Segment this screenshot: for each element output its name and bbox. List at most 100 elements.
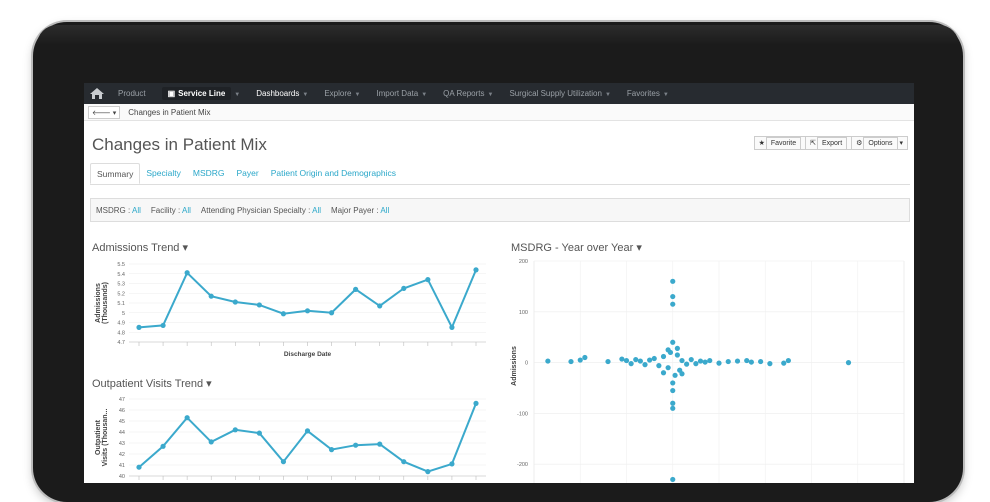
- data-point: [208, 293, 214, 299]
- data-point: [605, 358, 611, 365]
- tab-payer[interactable]: Payer: [231, 163, 265, 184]
- data-point: [665, 365, 671, 371]
- y-tick-label: 5.5: [117, 262, 125, 268]
- chevron-down-icon: ▼: [354, 92, 361, 98]
- chevron-down-icon: ▾: [206, 378, 212, 390]
- data-point: [353, 286, 359, 292]
- breadcrumb-current: Changes in Patient Mix: [128, 107, 211, 117]
- data-point: [679, 371, 685, 377]
- admissions-chart-title[interactable]: Admissions Trend ▾: [92, 241, 188, 254]
- chevron-down-icon: ▼: [421, 92, 428, 98]
- msdrg-chart-title[interactable]: MSDRG - Year over Year ▾: [511, 241, 642, 254]
- nav-product[interactable]: Product: [110, 89, 154, 98]
- data-point: [656, 363, 662, 369]
- data-point: [647, 357, 653, 363]
- data-point: [208, 439, 214, 445]
- data-point: [670, 380, 676, 386]
- data-point: [160, 322, 166, 329]
- filter-facility-value[interactable]: All: [182, 206, 191, 215]
- data-point: [670, 339, 676, 345]
- data-point: [328, 310, 335, 316]
- data-point: [473, 400, 479, 406]
- data-point: [688, 356, 694, 363]
- x-axis-label: Discharge Date: [284, 351, 332, 358]
- action-buttons: ★ Favorite ⇱ Export ⚙ Options ▾: [753, 136, 908, 150]
- data-point: [623, 357, 630, 364]
- filter-specialty-value[interactable]: All: [312, 206, 321, 215]
- series-line: [138, 403, 477, 473]
- data-point: [693, 361, 699, 367]
- data-point: [637, 358, 643, 364]
- data-point: [670, 387, 676, 394]
- nav-dashboards[interactable]: Dashboards ▼: [248, 89, 316, 98]
- chevron-down-icon: ▼: [302, 92, 309, 98]
- y-tick-label: 4.9: [117, 321, 125, 327]
- data-point: [136, 324, 142, 330]
- y-tick-label: 0: [525, 361, 528, 367]
- data-point: [280, 311, 287, 317]
- filter-msdrg-value[interactable]: All: [132, 206, 141, 215]
- data-point: [744, 357, 750, 364]
- y-tick-label: 4.8: [117, 330, 125, 336]
- data-point: [660, 353, 667, 360]
- data-point: [679, 357, 685, 364]
- data-point: [377, 441, 383, 447]
- data-point: [582, 354, 588, 361]
- export-button[interactable]: ⇱ Export: [805, 136, 853, 150]
- tab-specialty[interactable]: Specialty: [140, 163, 187, 184]
- data-point: [670, 405, 676, 411]
- y-axis-label: Outpatient: [95, 419, 102, 455]
- outpatient-trend-chart: 47 46 45 44 43 42 41 40 Outpatient Visits (Thousa…: [95, 397, 486, 480]
- filter-payer-value[interactable]: All: [380, 206, 389, 215]
- data-point: [707, 357, 713, 364]
- y-tick-label: 42: [119, 452, 125, 458]
- y-tick-label: 45: [119, 419, 125, 425]
- y-tick-label: -200: [517, 462, 528, 468]
- tab-msdrg[interactable]: MSDRG: [187, 163, 231, 184]
- data-point: [716, 360, 722, 366]
- tab-summary[interactable]: Summary: [90, 163, 141, 184]
- chevron-down-icon: ▼: [234, 92, 241, 98]
- data-point: [670, 400, 676, 406]
- tab-patient-origin[interactable]: Patient Origin and Demographics: [265, 163, 402, 184]
- nav-explore[interactable]: Explore ▼: [316, 89, 368, 98]
- nav-surgical-supply[interactable]: Surgical Supply Utilization ▼: [501, 89, 618, 98]
- app-screen: Product ▣ Service Line ▼ Dashboards ▼ Explo…: [84, 83, 914, 483]
- options-button[interactable]: ⚙ Options ▾: [851, 136, 908, 150]
- data-point: [328, 447, 335, 453]
- data-point: [781, 360, 787, 366]
- data-point: [670, 293, 676, 300]
- data-point: [697, 358, 704, 364]
- favorite-button[interactable]: ★ Favorite: [753, 136, 807, 150]
- nav-qa-reports[interactable]: QA Reports ▼: [435, 89, 501, 98]
- nav-import-data[interactable]: Import Data ▼: [368, 89, 435, 98]
- y-axis-label: Admissions: [511, 346, 518, 386]
- data-point: [184, 270, 190, 276]
- nav-favorites[interactable]: Favorites ▼: [619, 89, 677, 98]
- data-point: [734, 358, 741, 364]
- data-point: [785, 357, 791, 364]
- top-navbar: Product ▣ Service Line ▼ Dashboards ▼ Explo…: [84, 83, 914, 104]
- data-point: [280, 459, 287, 465]
- admissions-trend-chart: 5.5 5.4 5.3 5.2 5.1 5 4.9 4.8 4.7 Admissions (Thou…: [95, 262, 486, 358]
- briefcase-icon: ▣: [167, 89, 176, 98]
- data-point: [425, 277, 431, 283]
- data-point: [670, 476, 676, 483]
- data-point: [665, 347, 671, 353]
- filter-bar: MSDRG : All Facility : All Attending Phy…: [90, 198, 910, 222]
- msdrg-scatter-chart: 2001000-100-200-300-30-20-1001020304050A…: [511, 259, 905, 483]
- data-point: [568, 358, 574, 365]
- nav-service-line[interactable]: ▣ Service Line ▼: [154, 87, 249, 100]
- data-point: [160, 443, 166, 449]
- data-point: [136, 464, 142, 470]
- breadcrumb: 🡐 ▾ Changes in Patient Mix: [84, 104, 914, 121]
- back-button[interactable]: 🡐 ▾: [88, 105, 121, 119]
- outpatient-chart-title[interactable]: Outpatient Visits Trend ▾: [92, 377, 212, 390]
- home-icon[interactable]: [84, 88, 110, 99]
- y-axis-label: Admissions: [95, 283, 102, 323]
- data-point: [725, 358, 731, 365]
- filter-payer: Major Payer : All: [331, 205, 390, 215]
- data-point: [184, 415, 190, 421]
- data-point: [660, 370, 667, 376]
- data-point: [425, 469, 431, 475]
